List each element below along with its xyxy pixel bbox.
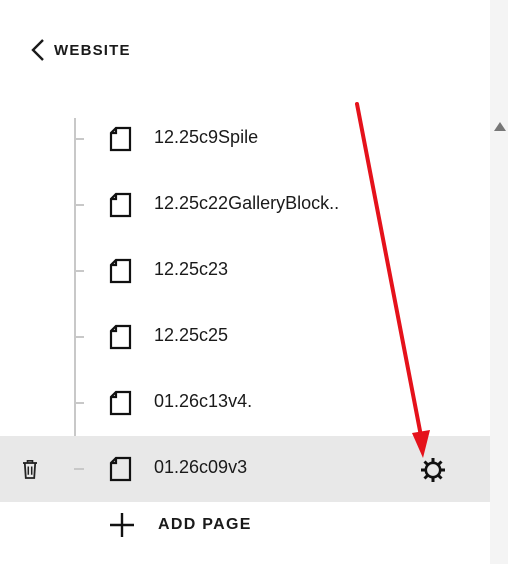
gear-icon[interactable] xyxy=(419,456,447,484)
scrollbar-track[interactable] xyxy=(490,0,508,564)
page-icon xyxy=(109,258,132,284)
add-page-button[interactable]: ADD PAGE xyxy=(108,508,252,542)
page-icon xyxy=(109,324,132,350)
back-to-website-button[interactable]: WEBSITE xyxy=(30,38,131,62)
tree-tick xyxy=(74,402,84,404)
page-row[interactable]: 12.25c23 xyxy=(0,238,490,304)
page-name: 12.25c23 xyxy=(154,259,229,279)
plus-icon xyxy=(110,513,134,537)
tree-tick xyxy=(74,138,84,140)
page-row[interactable]: 12.25c9Spile xyxy=(0,106,490,172)
tree-tick xyxy=(74,336,84,338)
back-label: WEBSITE xyxy=(54,41,131,59)
page-icon xyxy=(109,126,132,152)
tree-tick xyxy=(74,468,84,470)
tree-tick xyxy=(74,270,84,272)
page-icon xyxy=(109,456,132,482)
page-name: 12.25c22GalleryBlock.. xyxy=(154,193,340,213)
page-row[interactable]: 12.25c25 xyxy=(0,304,490,370)
page-icon xyxy=(109,390,132,416)
tree-tick xyxy=(74,204,84,206)
page-name: 12.25c25 xyxy=(154,325,229,345)
page-row[interactable]: 01.26c13v4. xyxy=(0,370,490,436)
page-name: 12.25c9Spile xyxy=(154,127,259,147)
page-name: 01.26c09v3 xyxy=(154,457,248,477)
page-name: 01.26c13v4. xyxy=(154,391,253,411)
scroll-up-arrow-icon[interactable] xyxy=(494,122,506,131)
chevron-left-icon xyxy=(31,39,44,61)
trash-icon[interactable] xyxy=(20,458,40,480)
add-page-label: ADD PAGE xyxy=(158,516,252,533)
page-icon xyxy=(109,192,132,218)
page-row-selected[interactable]: 01.26c09v3 xyxy=(0,436,490,502)
page-row[interactable]: 12.25c22GalleryBlock.. xyxy=(0,172,490,238)
pages-panel: WEBSITE 12.25c9Spile 12.25c22GalleryBloc… xyxy=(0,0,490,564)
